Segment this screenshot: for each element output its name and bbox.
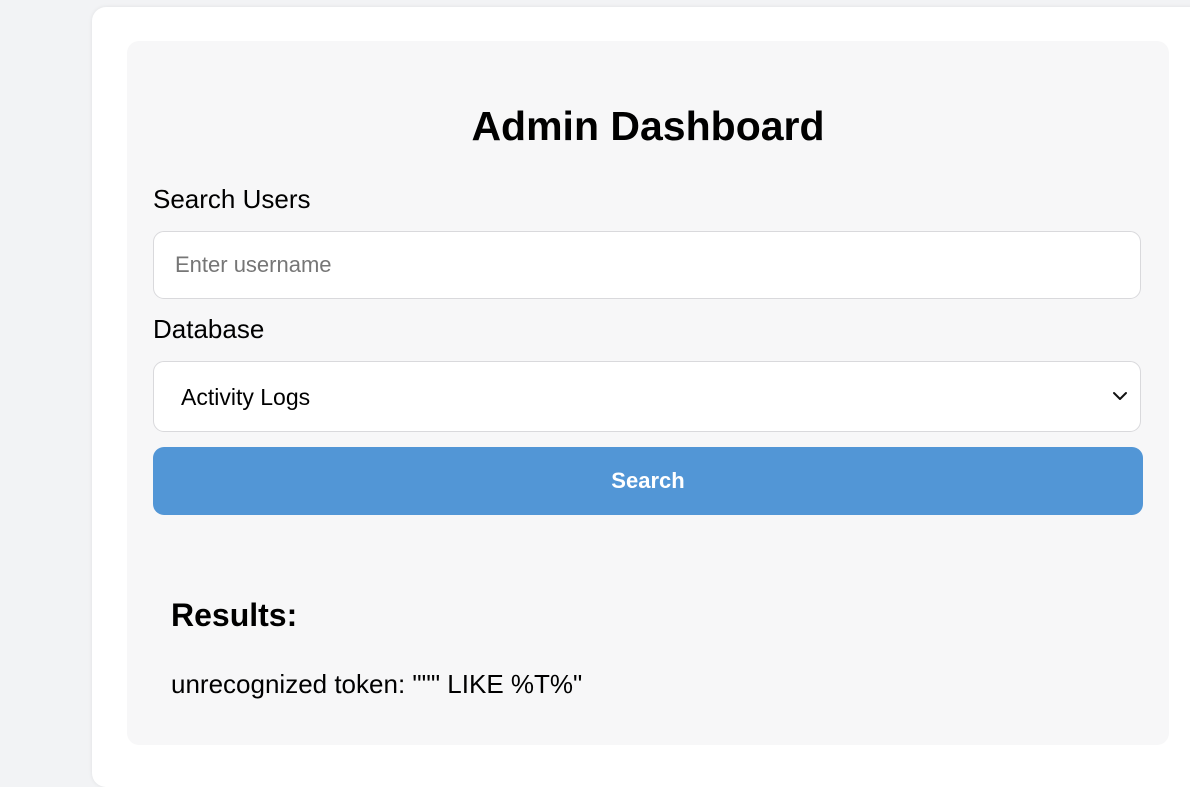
database-select[interactable]: Activity Logs <box>153 361 1141 432</box>
search-users-label: Search Users <box>153 184 311 214</box>
page-title: Admin Dashboard <box>471 103 825 149</box>
dashboard-panel: Admin Dashboard Search Users Database Ac… <box>127 41 1169 745</box>
username-search-input[interactable] <box>153 231 1141 299</box>
database-label: Database <box>153 314 265 344</box>
search-button[interactable]: Search <box>153 447 1143 515</box>
database-selected-value: Activity Logs <box>181 384 311 410</box>
results-message: unrecognized token: """ LIKE %T%" <box>171 669 583 699</box>
results-heading: Results: <box>171 597 298 633</box>
chevron-down-icon <box>1113 392 1127 400</box>
